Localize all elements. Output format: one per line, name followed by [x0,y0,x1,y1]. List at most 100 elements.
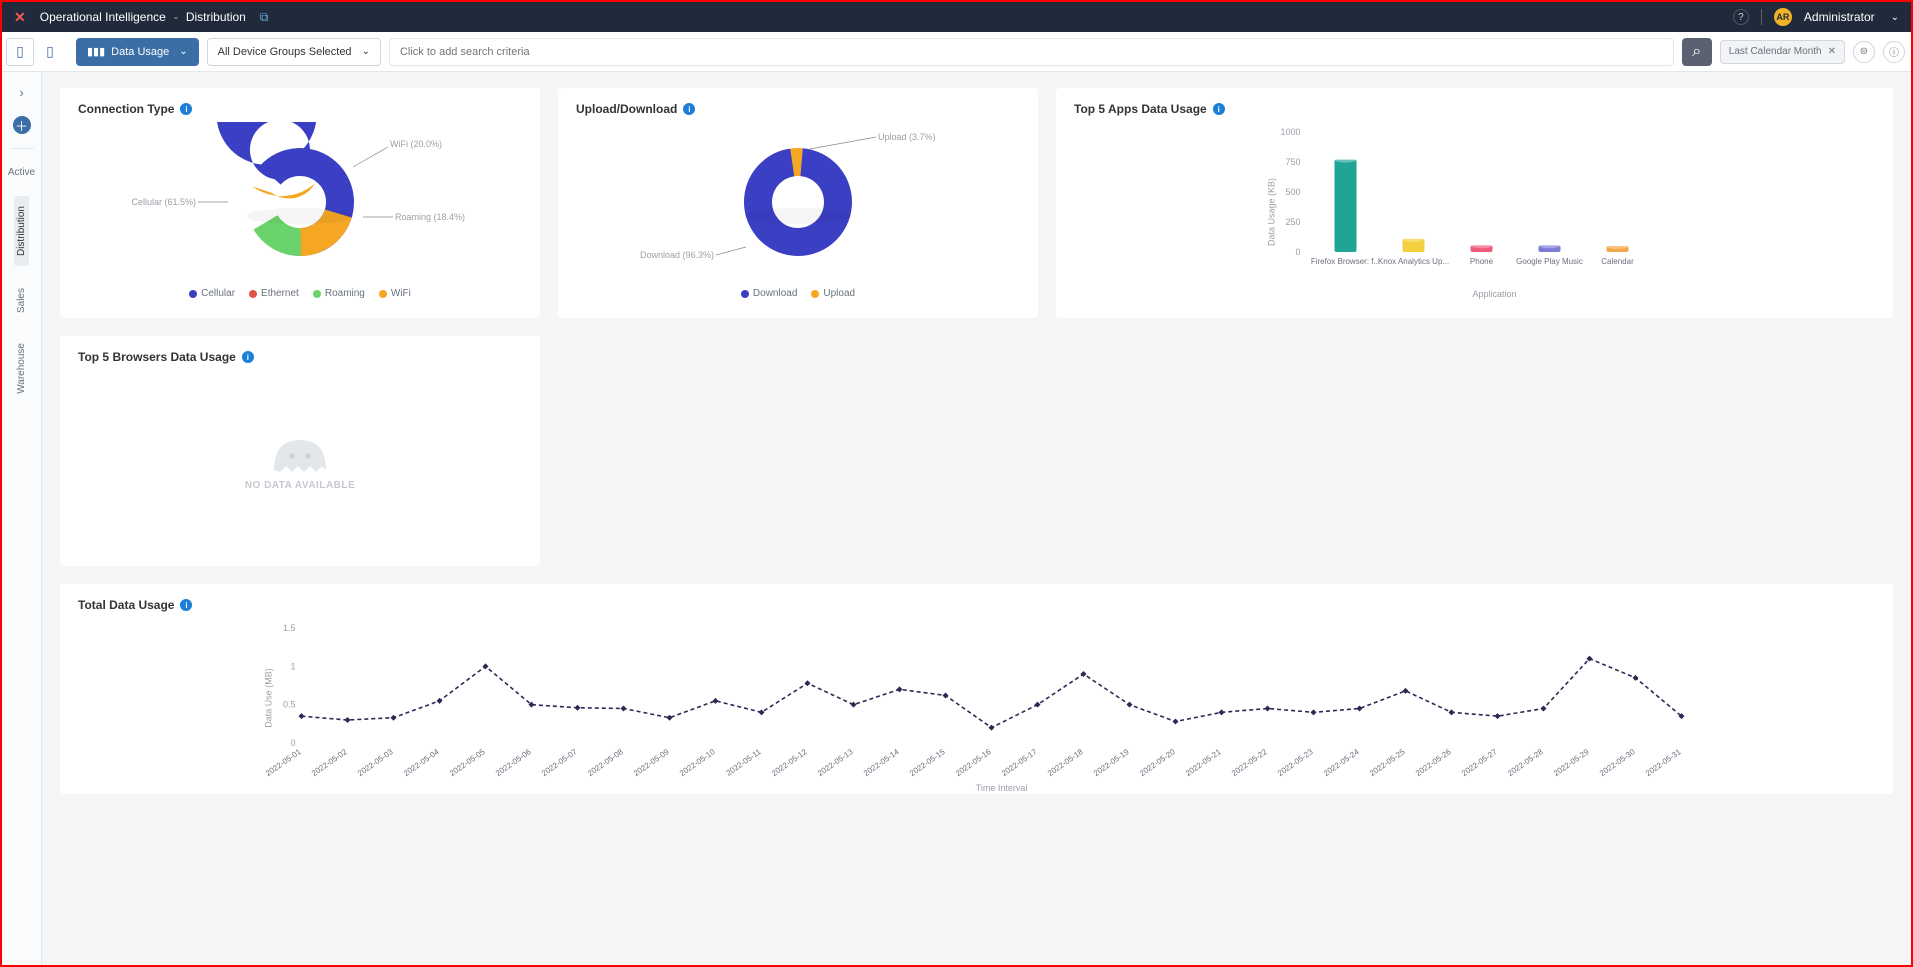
svg-text:Application: Application [1472,289,1516,299]
divider [10,148,34,149]
expand-icon[interactable]: › [12,82,32,102]
info-icon[interactable]: i [242,351,254,363]
svg-text:Time Interval: Time Interval [976,783,1028,793]
help-icon[interactable]: ? [1733,9,1749,25]
slice-label-roaming: Roaming (18.4%) [395,212,465,222]
info-icon[interactable]: i [180,599,192,611]
info-icon[interactable]: i [180,103,192,115]
card-title: Upload/Download [576,102,677,116]
svg-text:2022-05-18: 2022-05-18 [1046,747,1085,778]
svg-text:2022-05-29: 2022-05-29 [1552,747,1591,778]
chevron-down-icon[interactable]: ⌄ [1891,12,1899,23]
device-group-select[interactable]: All Device Groups Selected ⌄ [207,38,381,66]
chevron-down-icon: ⌄ [179,46,187,57]
svg-text:750: 750 [1285,157,1300,167]
svg-text:2022-05-07: 2022-05-07 [540,747,579,778]
smartphone-icon[interactable]: ▯ [6,38,34,66]
ghost-icon [264,430,336,480]
svg-text:2022-05-04: 2022-05-04 [402,747,441,778]
svg-text:0: 0 [1295,247,1300,257]
card-connection-type: Connection Type i [60,88,540,318]
time-range-label: Last Calendar Month [1729,46,1822,57]
svg-text:2022-05-12: 2022-05-12 [770,747,809,778]
info-icon[interactable]: i [683,103,695,115]
search-button[interactable]: ⌕ [1682,38,1712,66]
slice-label-upload: Upload (3.7%) [878,132,936,142]
card-title: Top 5 Browsers Data Usage [78,350,236,364]
svg-text:Data Usage (KB): Data Usage (KB) [1267,178,1277,246]
svg-text:0: 0 [290,738,295,748]
svg-text:Calendar: Calendar [1601,257,1634,266]
info-icon[interactable]: i [1213,103,1225,115]
sidebar-item-sales[interactable]: Sales [16,280,27,321]
line-chart-total: Data Use (MB) 00.511.52022-05-012022-05-… [78,618,1875,793]
slice-label-wifi: WiFi (20.0%) [390,139,442,149]
search-input[interactable] [400,46,1663,58]
report-label: Data Usage [111,46,169,58]
legend: Download Upload [576,288,1020,299]
app-header: ✕ Operational Intelligence - Distributio… [2,2,1911,32]
svg-text:2022-05-31: 2022-05-31 [1644,747,1683,778]
svg-text:1000: 1000 [1280,127,1300,137]
svg-text:2022-05-23: 2022-05-23 [1276,747,1315,778]
sidebar-item-distribution[interactable]: Distribution [14,196,29,266]
avatar[interactable]: AR [1774,8,1792,26]
legend: Cellular Ethernet Roaming WiFi [78,288,522,299]
chevron-down-icon: ⌄ [362,46,370,57]
svg-text:1.5: 1.5 [283,623,296,633]
card-title: Total Data Usage [78,598,174,612]
svg-text:Firefox Browser: f...: Firefox Browser: f... [1311,257,1380,266]
donut-chart-updown: Download (96.3%) Upload (3.7%) [576,122,1020,282]
details-icon[interactable]: ⓘ [1883,41,1905,63]
card-title: Connection Type [78,102,174,116]
search-field[interactable] [389,38,1674,66]
svg-text:2022-05-26: 2022-05-26 [1414,747,1453,778]
bar-chart-top-apps: Data Usage (KB) 0 250 500 750 1000 Firefox B… [1074,122,1875,302]
svg-text:2022-05-05: 2022-05-05 [448,747,487,778]
device-group-label: All Device Groups Selected [218,46,352,58]
svg-text:2022-05-25: 2022-05-25 [1368,747,1407,778]
card-total-data-usage: Total Data Usage i Data Use (MB) 00.511.… [60,584,1893,794]
card-top-browsers: Top 5 Browsers Data Usage i NO DATA AVAI… [60,336,540,566]
breadcrumb-sep: - [174,10,178,24]
sidebar-section-header: Active [8,163,35,182]
external-link-icon[interactable]: ⧉ [260,10,269,25]
svg-text:2022-05-09: 2022-05-09 [632,747,671,778]
svg-text:2022-05-20: 2022-05-20 [1138,747,1177,778]
card-title: Top 5 Apps Data Usage [1074,102,1207,116]
svg-text:0.5: 0.5 [283,700,296,710]
time-range-pill[interactable]: Last Calendar Month ✕ [1720,40,1845,64]
svg-text:250: 250 [1285,217,1300,227]
svg-text:2022-05-30: 2022-05-30 [1598,747,1637,778]
sidebar-item-warehouse[interactable]: Warehouse [16,335,27,402]
svg-text:Data Use (MB): Data Use (MB) [264,668,274,728]
svg-text:2022-05-10: 2022-05-10 [678,747,717,778]
svg-text:500: 500 [1285,187,1300,197]
close-icon[interactable]: ✕ [1828,46,1836,57]
svg-text:2022-05-17: 2022-05-17 [1000,747,1039,778]
svg-text:2022-05-22: 2022-05-22 [1230,747,1269,778]
svg-text:2022-05-27: 2022-05-27 [1460,747,1499,778]
toolbar: ▯ ▯ ▮▮▮ Data Usage ⌄ All Device Groups S… [2,32,1911,72]
report-select[interactable]: ▮▮▮ Data Usage ⌄ [76,38,199,66]
card-top-apps: Top 5 Apps Data Usage i Data Usage (KB) … [1056,88,1893,318]
page-name: Distribution [186,10,246,24]
slice-label-cellular: Cellular (61.5%) [131,197,196,207]
user-name[interactable]: Administrator [1804,10,1875,24]
no-data-text: NO DATA AVAILABLE [245,480,355,491]
svg-text:Phone: Phone [1470,257,1494,266]
add-icon[interactable]: ＋ [13,116,31,134]
svg-text:2022-05-08: 2022-05-08 [586,747,625,778]
sidebar: › ＋ Active Distribution Sales Warehouse [2,72,42,965]
brand-logo-icon: ✕ [14,9,26,26]
svg-text:2022-05-03: 2022-05-03 [356,747,395,778]
svg-text:2022-05-14: 2022-05-14 [862,747,901,778]
svg-text:2022-05-06: 2022-05-06 [494,747,533,778]
bar-chart-icon: ▮▮▮ [87,45,105,58]
svg-text:Knox Analytics Up...: Knox Analytics Up... [1378,257,1449,266]
svg-text:2022-05-01: 2022-05-01 [264,747,303,778]
svg-text:2022-05-11: 2022-05-11 [724,747,763,778]
filter-icon[interactable]: ⊜ [1853,41,1875,63]
no-data-placeholder: NO DATA AVAILABLE [78,370,522,550]
tablet-icon[interactable]: ▯ [36,38,64,66]
